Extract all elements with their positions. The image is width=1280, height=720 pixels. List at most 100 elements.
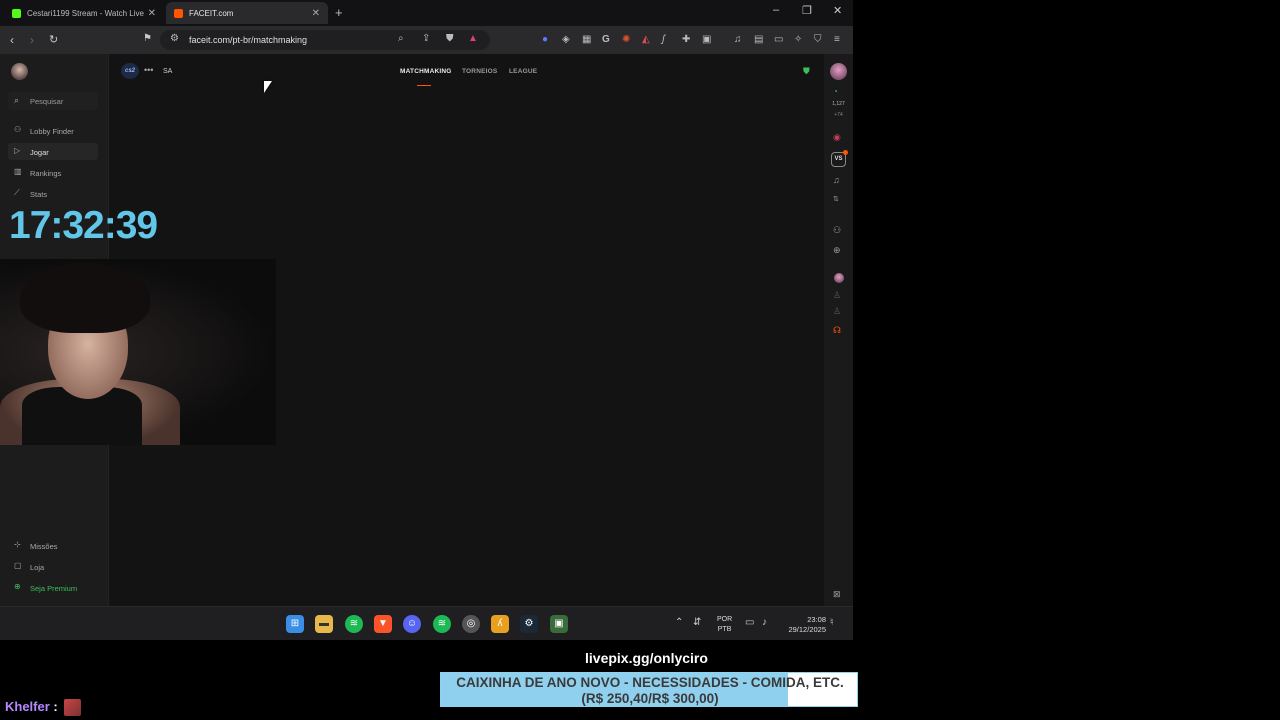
users-icon: ⚇ [14,125,22,134]
spotify-icon[interactable]: ≋ [345,615,363,633]
close-tab-icon[interactable]: ✕ [312,8,320,19]
screenshot-icon[interactable]: ▣ [702,34,711,45]
tab-league[interactable]: LEAGUE [509,68,537,75]
game-badge[interactable]: cs2 [121,63,139,79]
chat-username: Khelfer [5,699,50,714]
vpn-icon[interactable]: ⛉ [814,34,822,45]
tab-kick-stream[interactable]: Cestari1199 Stream - Watch Live ✕ [4,2,164,24]
app-icon[interactable]: ʎ [491,615,509,633]
media-icon[interactable]: ♫ [734,34,742,45]
sidebar-item-label: Stats [30,190,48,199]
leo-ai-icon[interactable]: ✧ [794,34,802,45]
back-arrow-icon[interactable]: ‹ [10,33,14,47]
zoom-icon[interactable]: ⌕ [398,33,404,44]
search-icon: ⌕ [14,95,20,105]
obs-icon[interactable]: ◎ [462,615,480,633]
close-window-button[interactable]: ✕ [833,4,842,17]
more-icon[interactable]: ••• [144,65,153,75]
sidebar-item-lobby-finder[interactable]: ⚇ Lobby Finder [8,122,98,139]
anticheat-shield-icon[interactable]: ⛊ [803,66,810,77]
network-icon[interactable]: ⇵ [693,617,701,628]
tab-faceit[interactable]: FACEIT.com ✕ [166,2,328,24]
sidebar-item-premium[interactable]: ⊕ Seja Premium [8,579,98,596]
chevron-up-icon[interactable]: ⌃ [675,617,683,628]
share-icon[interactable]: ⇪ [422,33,430,44]
target-icon: ⊹ [14,540,21,549]
app-window-icon[interactable]: ▣ [550,615,568,633]
reload-icon[interactable]: ↻ [49,33,58,46]
minimize-button[interactable]: – [773,4,779,16]
wallet-icon[interactable]: ▭ [774,34,783,45]
stream-frame: Cestari1199 Stream - Watch Live ✕ FACEIT… [0,0,1280,720]
lang-bottom: PTB [717,626,732,633]
language-indicator[interactable]: POR PTB [717,615,732,635]
sidebar-item-jogar[interactable]: ▷ Jogar [8,143,98,160]
extension-3-icon[interactable]: ▦ [582,34,591,45]
extension-7-icon[interactable]: ʃ [662,34,665,45]
friend-placeholder-icon[interactable]: ♙ [833,306,841,317]
donation-goal-bar: CAIXINHA DE ANO NOVO - NECESSIDADES - CO… [440,672,858,707]
menu-icon[interactable]: ≡ [834,34,840,45]
forward-arrow-icon[interactable]: › [30,33,34,47]
extension-2-icon[interactable]: ◈ [562,34,570,45]
tab-title: FACEIT.com [189,8,234,18]
sidebar-item-label: Missões [30,542,58,551]
avatar[interactable] [830,63,847,80]
right-sidebar: ◔ 1,127 +74 ◉ VS ♫ ⇅ ⚇ ⊕ ♙ ♙ ☊ ⊠ [824,54,853,606]
support-headset-icon[interactable]: ☊ [833,325,841,336]
sidebar-item-label: Seja Premium [30,584,78,593]
goal-amount: (R$ 250,40/R$ 300,00) [581,691,719,706]
stream-clock-overlay: 17:32:39 [9,204,158,247]
sidebar-item-label: Loja [30,563,45,572]
search-input[interactable]: ⌕ Pesquisar [8,92,98,110]
windows-start-icon[interactable]: ⊞ [286,615,304,633]
extension-6-icon[interactable]: ◭ [642,34,650,45]
extension-5-icon[interactable]: ✺ [622,34,630,45]
kick-favicon-icon [12,8,21,18]
spotify-alt-icon[interactable]: ≋ [433,615,451,633]
record-icon[interactable]: ◉ [833,132,841,143]
file-explorer-icon[interactable]: ▬ [315,615,333,633]
volume-icon[interactable]: ♪ [762,617,767,628]
close-tab-icon[interactable]: ✕ [148,8,156,19]
sidebar-item-missoes[interactable]: ⊹ Missões [8,537,98,554]
brave-shield-icon[interactable]: ⛊ [446,33,454,44]
tab-torneios[interactable]: TORNEIOS [462,68,497,75]
donation-link: livepix.gg/onlyciro [585,650,708,666]
extension-1-icon[interactable]: ● [542,34,548,45]
discord-icon[interactable]: ☺ [403,615,421,633]
sidebar-item-stats[interactable]: ⟋ Stats [8,185,98,202]
sidebar-item-loja[interactable]: ▢ Loja [8,558,98,575]
restore-button[interactable]: ❐ [802,4,812,17]
tab-matchmaking[interactable]: MATCHMAKING [400,68,452,75]
collapse-icon[interactable]: ⊠ [833,589,841,600]
friend-placeholder-icon[interactable]: ♙ [833,290,841,301]
sidebar-item-rankings[interactable]: ▥ Rankings [8,164,98,181]
steam-icon[interactable]: ⚙ [520,615,538,633]
goal-text: CAIXINHA DE ANO NOVO - NECESSIDADES - CO… [441,675,857,706]
notification-bell-icon[interactable]: ♮ [830,617,834,628]
sidebar-icon[interactable]: ▤ [754,34,763,45]
bell-icon[interactable]: ♫ [833,175,840,185]
site-info-icon[interactable]: ⚙ [170,33,179,44]
add-friend-icon[interactable]: ⊕ [833,245,841,256]
google-icon[interactable]: G [602,34,610,45]
display-icon[interactable]: ▭ [745,617,754,628]
puzzle-icon[interactable]: ✚ [682,34,690,45]
friend-avatar[interactable] [834,273,844,283]
line-chart-icon: ⟋ [14,188,20,197]
friends-icon[interactable]: ⚇ [833,225,841,236]
bookmark-icon[interactable]: ⚑ [143,33,152,44]
windows-taskbar: ⊞ ▬ ≋ ▼ ☺ ≋ ◎ ʎ ⚙ ▣ ⌃ ⇵ POR PTB ▭ ♪ 23:0… [0,606,853,640]
webcam-overlay [0,259,276,445]
brave-rewards-icon[interactable]: ▲ [468,33,478,44]
address-bar[interactable]: ⚙ faceit.com/pt-br/matchmaking ⌕ ⇪ ⛊ ▲ [160,30,490,50]
navigation-bar: ‹ › ↻ ⚑ ⚙ faceit.com/pt-br/matchmaking ⌕… [0,26,853,54]
faceit-user-logo[interactable] [11,63,28,80]
region-label[interactable]: SA [163,68,172,75]
new-tab-button[interactable]: + [335,5,343,20]
brave-browser-icon[interactable]: ▼ [374,615,392,633]
notification-dot [843,150,848,155]
queue-icon[interactable]: ⇅ [833,195,839,203]
clock[interactable]: 23:08 29/12/2025 [780,615,826,635]
